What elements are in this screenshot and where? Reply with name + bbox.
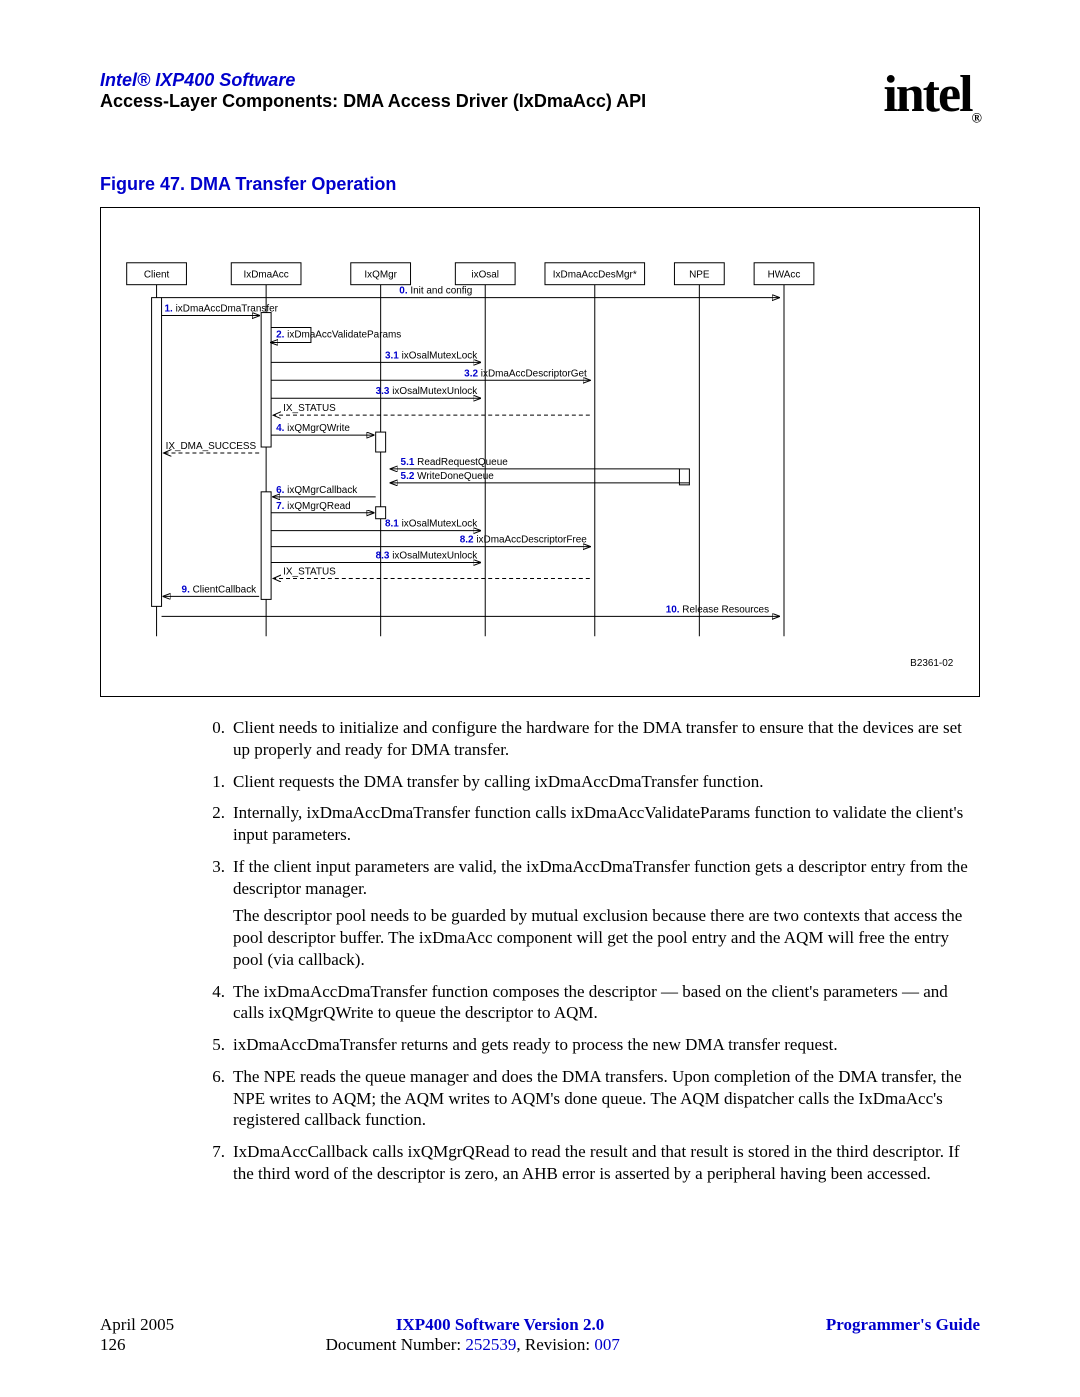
figure-title: Figure 47. DMA Transfer Operation xyxy=(100,174,980,195)
step-item: 2. Internally, ixDmaAccDmaTransfer funct… xyxy=(205,802,980,846)
sequence-diagram-svg: Client IxDmaAcc IxQMgr ixOsal IxDmaAccDe… xyxy=(101,208,979,696)
diagram-ref: B2361-02 xyxy=(910,658,954,669)
docnum-label: Document Number: xyxy=(326,1335,466,1354)
svg-text:4. ixQMgrQWrite: 4. ixQMgrQWrite xyxy=(276,423,350,434)
page-header: Intel® IXP400 Software Access-Layer Comp… xyxy=(100,70,980,112)
product-line: Intel® IXP400 Software xyxy=(100,70,980,91)
svg-text:8.2 ixDmaAccDescriptorFree: 8.2 ixDmaAccDescriptorFree xyxy=(460,535,588,546)
svg-text:IX_STATUS: IX_STATUS xyxy=(283,566,336,577)
step-item: 4. The ixDmaAccDmaTransfer function comp… xyxy=(205,981,980,1025)
step-number: 6. xyxy=(205,1066,233,1131)
header-subtitle: Access-Layer Components: DMA Access Driv… xyxy=(100,91,980,112)
step-number: 3. xyxy=(205,856,233,971)
actor-label: Client xyxy=(144,270,170,281)
step-text: If the client input parameters are valid… xyxy=(233,856,980,971)
steps-list: 0. Client needs to initialize and config… xyxy=(205,717,980,1185)
footer-guide: Programmer's Guide xyxy=(826,1315,980,1335)
svg-text:8.1 ixOsalMutexLock: 8.1 ixOsalMutexLock xyxy=(385,519,477,530)
actor-label: IxDmaAccDesMgr* xyxy=(553,270,637,281)
rev-value: 007 xyxy=(594,1335,620,1354)
step-text: ixDmaAccDmaTransfer returns and gets rea… xyxy=(233,1034,980,1056)
step-text: Internally, ixDmaAccDmaTransfer function… xyxy=(233,802,980,846)
page-footer: April 2005 IXP400 Software Version 2.0 P… xyxy=(100,1315,980,1355)
step-number: 5. xyxy=(205,1034,233,1056)
step-text: Client needs to initialize and configure… xyxy=(233,717,980,761)
step-text: IxDmaAccCallback calls ixQMgrQRead to re… xyxy=(233,1141,980,1185)
step-item: 0. Client needs to initialize and config… xyxy=(205,717,980,761)
actor-label: IxQMgr xyxy=(364,270,397,281)
svg-text:8.3 ixOsalMutexUnlock: 8.3 ixOsalMutexUnlock xyxy=(376,551,478,562)
messages: 0. Init and config 1. ixDmaAccDmaTransfe… xyxy=(162,286,779,617)
actor-label: NPE xyxy=(689,270,710,281)
svg-text:3.1 ixOsalMutexLock: 3.1 ixOsalMutexLock xyxy=(385,350,477,361)
actor-boxes: Client IxDmaAcc IxQMgr ixOsal IxDmaAccDe… xyxy=(127,263,814,285)
sequence-diagram: Client IxDmaAcc IxQMgr ixOsal IxDmaAccDe… xyxy=(100,207,980,697)
step-subparagraph: The descriptor pool needs to be guarded … xyxy=(233,905,980,970)
step-text: The ixDmaAccDmaTransfer function compose… xyxy=(233,981,980,1025)
rev-label: , Revision: xyxy=(516,1335,594,1354)
svg-text:9. ClientCallback: 9. ClientCallback xyxy=(182,584,257,595)
step-number: 2. xyxy=(205,802,233,846)
logo-text: intel xyxy=(883,66,971,123)
step-number: 7. xyxy=(205,1141,233,1185)
intel-logo: intel® xyxy=(883,65,980,127)
actor-label: IxDmaAcc xyxy=(243,270,288,281)
svg-text:IX_DMA_SUCCESS: IX_DMA_SUCCESS xyxy=(166,441,257,452)
step-text: The NPE reads the queue manager and does… xyxy=(233,1066,980,1131)
step-text: Client requests the DMA transfer by call… xyxy=(233,771,980,793)
step-item: 1. Client requests the DMA transfer by c… xyxy=(205,771,980,793)
step-number: 0. xyxy=(205,717,233,761)
footer-date: April 2005 xyxy=(100,1315,174,1335)
svg-text:2. ixDmaAccValidateParams: 2. ixDmaAccValidateParams xyxy=(276,329,401,340)
docnum-value: 252539 xyxy=(465,1335,516,1354)
step-item: 3. If the client input parameters are va… xyxy=(205,856,980,971)
svg-text:6. ixQMgrCallback: 6. ixQMgrCallback xyxy=(276,485,357,496)
footer-version: IXP400 Software Version 2.0 xyxy=(174,1315,826,1335)
step-number: 1. xyxy=(205,771,233,793)
svg-text:1. ixDmaAccDmaTransfer: 1. ixDmaAccDmaTransfer xyxy=(165,304,279,315)
footer-docnum: Document Number: 252539, Revision: 007 xyxy=(126,1335,821,1355)
step-item: 6. The NPE reads the queue manager and d… xyxy=(205,1066,980,1131)
logo-registered: ® xyxy=(972,111,980,126)
svg-text:10. Release Resources: 10. Release Resources xyxy=(666,604,769,615)
svg-text:5.2 WriteDoneQueue: 5.2 WriteDoneQueue xyxy=(401,471,495,482)
svg-text:3.2 ixDmaAccDescriptorGet: 3.2 ixDmaAccDescriptorGet xyxy=(464,368,587,379)
step-main: If the client input parameters are valid… xyxy=(233,857,968,898)
step-item: 5. ixDmaAccDmaTransfer returns and gets … xyxy=(205,1034,980,1056)
svg-text:0. Init and config: 0. Init and config xyxy=(399,286,472,297)
actor-label: HWAcc xyxy=(768,270,801,281)
svg-text:5.1 ReadRequestQueue: 5.1 ReadRequestQueue xyxy=(401,457,509,468)
step-item: 7. IxDmaAccCallback calls ixQMgrQRead to… xyxy=(205,1141,980,1185)
svg-text:7. ixQMgrQRead: 7. ixQMgrQRead xyxy=(276,501,351,512)
svg-text:3.3 ixOsalMutexUnlock: 3.3 ixOsalMutexUnlock xyxy=(376,386,478,397)
svg-text:IX_STATUS: IX_STATUS xyxy=(283,403,336,414)
page: Intel® IXP400 Software Access-Layer Comp… xyxy=(0,0,1080,1397)
actor-label: ixOsal xyxy=(471,270,499,281)
footer-page: 126 xyxy=(100,1335,126,1355)
step-number: 4. xyxy=(205,981,233,1025)
